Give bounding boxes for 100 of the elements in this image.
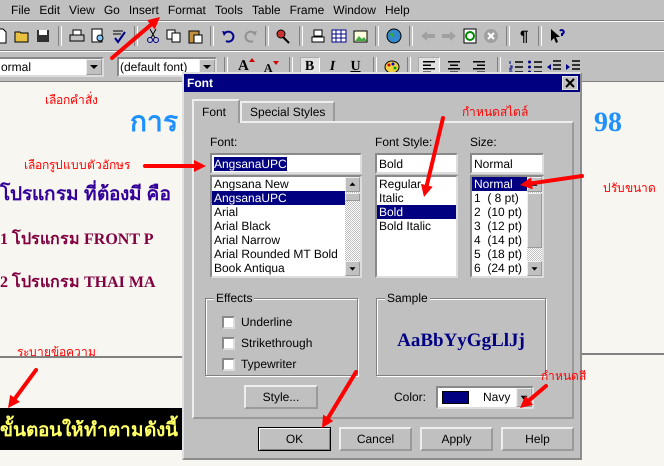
scrollbar[interactable] — [527, 177, 542, 276]
list-item[interactable]: Angsana New — [212, 177, 345, 191]
annotation: เลือกรูปแบบตัวอักษร — [24, 157, 130, 174]
menu-item[interactable]: Go — [98, 3, 124, 17]
list-item[interactable]: Arial Black — [212, 219, 345, 233]
close-icon[interactable] — [562, 76, 578, 90]
list-item[interactable]: Arial — [212, 205, 345, 219]
banner-text: ขั้นตอนให้ทำตามดังนี้ — [0, 414, 178, 444]
spellcheck-icon[interactable] — [111, 28, 127, 44]
color-label: Color: — [394, 390, 426, 404]
menu-item[interactable]: View — [64, 3, 99, 17]
page-heading: การ — [130, 106, 178, 140]
color-swatch — [442, 390, 470, 404]
refresh-icon[interactable] — [462, 28, 478, 44]
tab[interactable]: Special Styles — [240, 101, 336, 121]
printer-icon[interactable] — [69, 28, 85, 44]
checkbox-label[interactable]: Underline — [241, 315, 292, 329]
help-pointer-icon[interactable] — [549, 28, 566, 44]
increase-font-button[interactable]: A — [235, 58, 258, 75]
list-item[interactable]: 6 (24 pt) — [472, 261, 527, 275]
annotation: เลือกคำสั่ง — [45, 90, 98, 109]
palette-icon[interactable] — [384, 58, 400, 74]
color-dropdown[interactable]: Navy — [436, 386, 534, 408]
font-dropdown[interactable]: (default font) — [117, 56, 217, 76]
document-line: 2 โปรแกรม THAI MA — [0, 271, 156, 293]
list-item[interactable]: 5 (18 pt) — [472, 247, 527, 261]
scissors-icon[interactable] — [145, 28, 161, 44]
stop-icon[interactable] — [483, 28, 499, 44]
annotation: กำหนดสี — [541, 368, 586, 385]
menu-item[interactable]: Frame — [284, 3, 328, 17]
list-item[interactable]: Bold Italic — [377, 219, 456, 233]
bulleted-list-icon[interactable] — [526, 58, 543, 74]
field-label: Font Style: — [375, 135, 434, 151]
menu-item[interactable]: Tools — [210, 3, 247, 17]
checkbox-label[interactable]: Typewriter — [241, 357, 296, 371]
field-label: Font: — [210, 135, 238, 151]
checkbox-label[interactable]: Strikethrough — [241, 336, 312, 350]
list-item[interactable]: Regular — [377, 177, 456, 191]
arrow — [520, 384, 548, 408]
list-item[interactable]: Normal — [472, 177, 527, 191]
decrease-font-button[interactable]: A — [260, 61, 282, 76]
page-heading: 98 — [593, 106, 623, 140]
style-dropdown[interactable]: ormal — [0, 56, 104, 76]
dialog-button[interactable]: Apply — [420, 427, 493, 451]
default-button[interactable]: OK — [258, 427, 331, 451]
field-label: Size: — [470, 135, 498, 151]
style-button[interactable]: Style... — [244, 385, 318, 409]
list-item[interactable]: Arial Narrow — [212, 233, 345, 247]
list-item[interactable]: 1 ( 8 pt) — [472, 191, 527, 205]
menu-item[interactable]: Table — [246, 3, 285, 17]
checkbox[interactable] — [222, 336, 235, 350]
caret-icon — [203, 64, 211, 68]
list-item[interactable]: 3 (12 pt) — [472, 219, 527, 233]
menu-item[interactable]: Format — [162, 3, 210, 17]
menu-item[interactable]: Insert — [124, 3, 163, 17]
scroll-down-button[interactable] — [527, 261, 542, 276]
list-item[interactable]: Bold — [377, 205, 456, 219]
undo-icon[interactable] — [221, 28, 237, 44]
copy-icon[interactable] — [166, 28, 182, 44]
scroll-down-button[interactable] — [345, 261, 360, 276]
arrow — [520, 174, 584, 190]
list-item[interactable]: AngsanaUPC — [212, 191, 345, 205]
group-title: Sample — [385, 291, 430, 305]
paste-icon[interactable] — [187, 28, 203, 44]
list-item[interactable]: Italic — [377, 191, 456, 205]
dialog-button[interactable]: Cancel — [339, 427, 412, 451]
list-item[interactable]: Book Antiqua — [212, 261, 345, 275]
image-icon[interactable] — [352, 28, 368, 44]
scrollbar-thumb[interactable] — [345, 193, 360, 201]
table-icon[interactable] — [331, 28, 347, 44]
annotation: กำหนดสไตล์ — [462, 104, 528, 121]
list-item[interactable]: 4 (14 pt) — [472, 233, 527, 247]
input-field[interactable]: Normal — [470, 153, 544, 174]
dialog-button[interactable]: Help — [501, 427, 574, 451]
save-icon[interactable] — [35, 28, 51, 44]
input-field[interactable]: Bold — [375, 153, 458, 174]
menu-item[interactable]: Help — [380, 3, 414, 17]
checkbox[interactable] — [222, 358, 235, 370]
arrow — [110, 17, 160, 60]
menu-item[interactable]: Window — [328, 3, 380, 17]
numbered-list-icon[interactable] — [508, 58, 524, 74]
triangle-down-icon — [272, 61, 279, 65]
menu-item[interactable]: File — [6, 3, 34, 17]
annotation: ระบายข้อความ — [17, 344, 96, 361]
tab[interactable]: Font — [192, 99, 240, 123]
list-item[interactable]: Arial Rounded MT Bold — [212, 247, 345, 261]
print-preview-icon[interactable] — [90, 28, 106, 44]
input-field[interactable]: AngsanaUPC — [210, 153, 362, 174]
globe-icon[interactable] — [386, 28, 402, 44]
annotation: ปรับขนาด — [603, 180, 656, 197]
menu-item[interactable]: Edit — [34, 3, 64, 17]
paragraph-marks-button[interactable]: ¶ — [517, 28, 532, 44]
scrollbar-thumb[interactable] — [527, 193, 542, 248]
group-title: Effects — [214, 291, 254, 305]
list-item[interactable]: 2 (10 pt) — [472, 205, 527, 219]
document-line: 1 โปรแกรม FRONT P — [0, 228, 154, 250]
checkbox[interactable] — [222, 316, 235, 328]
arrow — [322, 370, 358, 428]
scroll-up-button[interactable] — [345, 177, 360, 192]
scrollbar[interactable] — [345, 177, 360, 276]
